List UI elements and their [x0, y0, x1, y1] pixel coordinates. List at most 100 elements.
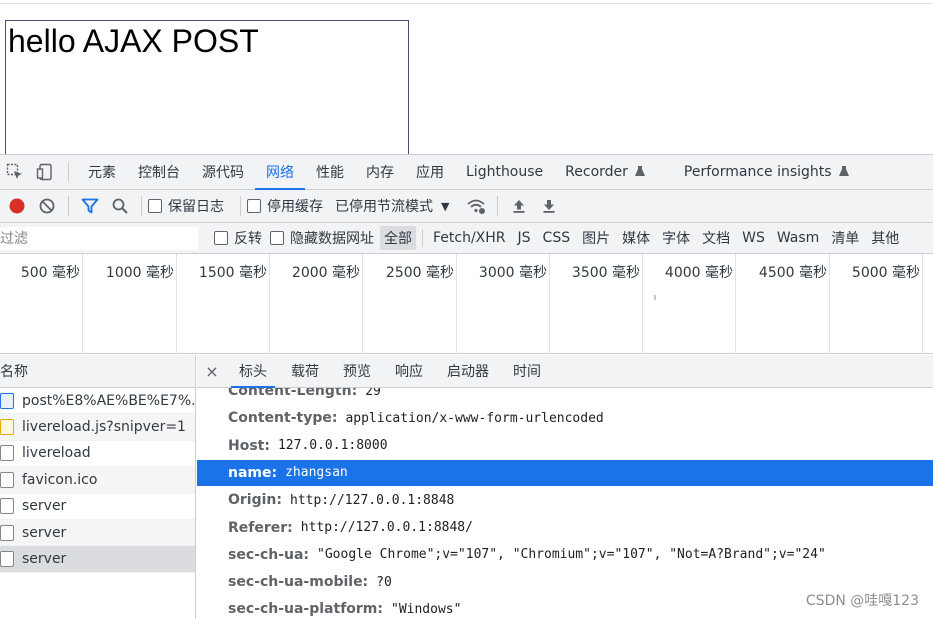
header-value: application/x-www-form-urlencoded	[345, 410, 604, 426]
disable-cache-box[interactable]	[247, 199, 261, 213]
watermark: CSDN @哇嘎123	[805, 593, 919, 609]
filter-type-js[interactable]: JS	[514, 228, 535, 248]
header-name: Origin:	[228, 492, 282, 509]
devtools-tab-label: 元素	[88, 165, 116, 181]
detail-tab[interactable]: 响应	[383, 355, 435, 388]
request-row[interactable]: server	[0, 519, 195, 547]
header-row[interactable]: Origin: http://127.0.0.1:8848	[197, 487, 933, 513]
detail-tab[interactable]: 启动器	[435, 355, 501, 388]
devtools-tab[interactable]: 应用	[405, 155, 455, 190]
request-row[interactable]: server	[0, 546, 195, 573]
hide-data-urls-box[interactable]	[270, 231, 284, 245]
device-toolbar-icon[interactable]	[30, 155, 60, 190]
filter-type-wasm[interactable]: Wasm	[773, 228, 823, 248]
toolbar-separator	[68, 196, 69, 216]
request-headers-list: Content-Length: 29 Content-type: applicatio…	[197, 388, 933, 619]
disable-cache-checkbox[interactable]: 停用缓存	[247, 196, 323, 216]
filter-type-item[interactable]: 图片	[578, 226, 614, 250]
filter-type-item[interactable]: 清单	[827, 226, 863, 250]
filter-type-item[interactable]: 其他	[867, 226, 903, 250]
file-icon	[0, 498, 14, 515]
close-icon[interactable]: ×	[197, 362, 227, 381]
detail-tab[interactable]: 标头	[227, 355, 279, 388]
filter-type-item[interactable]: 文档	[698, 226, 734, 250]
devtools-panel: 元素 控制台 源代码 网络 性能 内存 应用 Lighthouse Recorder Perfor…	[0, 154, 933, 619]
devtools-tab[interactable]: 网络	[255, 155, 305, 190]
header-value: http://127.0.0.1:8848/	[300, 520, 473, 535]
request-name: server	[22, 498, 67, 515]
devtools-tab[interactable]: 内存	[355, 155, 405, 190]
throttle-select[interactable]: 已停用节流模式	[335, 196, 433, 216]
filter-type-css[interactable]: CSS	[539, 228, 575, 248]
header-name: sec-ch-ua-platform:	[228, 601, 383, 618]
network-conditions-icon[interactable]	[461, 191, 491, 221]
timeline-gridline	[0, 254, 923, 354]
filter-type-item[interactable]: 媒体	[618, 226, 654, 250]
header-row[interactable]: sec-ch-ua: "Google Chrome";v="107", "Chro…	[197, 542, 933, 568]
header-value: "Google Chrome";v="107", "Chromium";v="1…	[317, 547, 826, 563]
preserve-log-checkbox[interactable]: 保留日志	[148, 196, 224, 216]
import-har-icon[interactable]	[504, 191, 534, 221]
record-button[interactable]	[2, 191, 32, 221]
request-name: livereload.js?snipver=1	[22, 419, 186, 436]
devtools-tab[interactable]: 元素	[77, 155, 127, 190]
result-box: hello AJAX POST	[5, 20, 409, 160]
hide-data-urls-checkbox[interactable]: 隐藏数据网址	[270, 228, 374, 248]
header-row[interactable]: Host: 127.0.0.1:8000	[197, 433, 933, 459]
header-row[interactable]: Content-Length: 29	[197, 388, 933, 404]
invert-box[interactable]	[214, 231, 228, 245]
request-row[interactable]: server	[0, 494, 195, 520]
network-toolbar: 保留日志 停用缓存 已停用节流模式 ▼	[0, 190, 933, 223]
devtools-tab[interactable]: Recorder	[554, 155, 657, 190]
filter-type-item[interactable]: 字体	[658, 226, 694, 250]
devtools-tab-label: Recorder	[565, 164, 628, 180]
file-icon	[0, 551, 14, 568]
request-name: favicon.ico	[22, 471, 98, 488]
devtools-tab[interactable]: 性能	[305, 155, 355, 190]
devtools-tab-label: 应用	[416, 165, 444, 181]
filter-icon[interactable]	[75, 191, 105, 221]
filter-placeholder: 过滤	[0, 231, 28, 247]
file-icon	[0, 445, 14, 462]
name-column-header[interactable]: 名称	[0, 355, 195, 388]
inspect-element-icon[interactable]	[0, 155, 30, 190]
header-row[interactable]: Referer: http://127.0.0.1:8848/	[197, 515, 933, 541]
devtools-tab[interactable]: 源代码	[191, 155, 255, 190]
devtools-tab-label: 源代码	[202, 165, 244, 181]
detail-tab[interactable]: 预览	[331, 355, 383, 388]
export-har-icon[interactable]	[534, 191, 564, 221]
detail-tab[interactable]: 时间	[501, 355, 553, 388]
toolbar-separator	[240, 196, 241, 216]
request-list: 名称 post%E8%AE%BE%E7%... livereload.js?sni…	[0, 355, 196, 619]
filter-type-fetch-xhr[interactable]: Fetch/XHR	[429, 228, 510, 248]
invert-checkbox[interactable]: 反转	[214, 228, 262, 248]
clear-icon[interactable]	[32, 191, 62, 221]
devtools-tab-label: 性能	[316, 165, 344, 181]
request-row[interactable]: livereload	[0, 441, 195, 468]
chevron-down-icon[interactable]: ▼	[441, 200, 449, 213]
filter-input[interactable]: 过滤	[0, 226, 198, 250]
request-row[interactable]: livereload.js?snipver=1	[0, 414, 195, 441]
devtools-tab[interactable]: Performance insights	[673, 155, 861, 190]
request-row[interactable]: post%E8%AE%BE%E7%...	[0, 388, 195, 415]
preserve-log-box[interactable]	[148, 199, 162, 213]
header-name: Content-type:	[228, 410, 338, 427]
filter-type-ws[interactable]: WS	[738, 228, 769, 248]
header-row[interactable]: Content-type: application/x-www-form-urle…	[197, 405, 933, 431]
request-detail-panel: × 标头 载荷 预览 响应 启动器 时间 Content-Length: 29 Content…	[197, 355, 933, 619]
filter-type-item[interactable]: 全部	[380, 226, 416, 250]
devtools-tab[interactable]: 控制台	[127, 155, 191, 190]
network-overview-timeline[interactable]: 500 毫秒 1000 毫秒 1500 毫秒 2000 毫秒 2500 毫秒 3000 毫…	[0, 254, 933, 354]
devtools-tab[interactable]: Lighthouse	[455, 155, 554, 190]
request-row[interactable]: favicon.ico	[0, 467, 195, 494]
timeline-tick-label: 5000 毫秒	[851, 265, 920, 281]
name-column-label: 名称	[0, 364, 28, 380]
file-icon	[0, 524, 14, 541]
header-value: 127.0.0.1:8000	[277, 438, 388, 454]
search-icon[interactable]	[105, 191, 135, 221]
devtools-tab-label: Performance insights	[683, 164, 832, 180]
detail-tab[interactable]: 载荷	[279, 355, 331, 388]
header-row[interactable]: name: zhangsan	[197, 459, 933, 486]
header-name: Referer:	[228, 519, 293, 536]
filter-separator	[422, 229, 423, 247]
